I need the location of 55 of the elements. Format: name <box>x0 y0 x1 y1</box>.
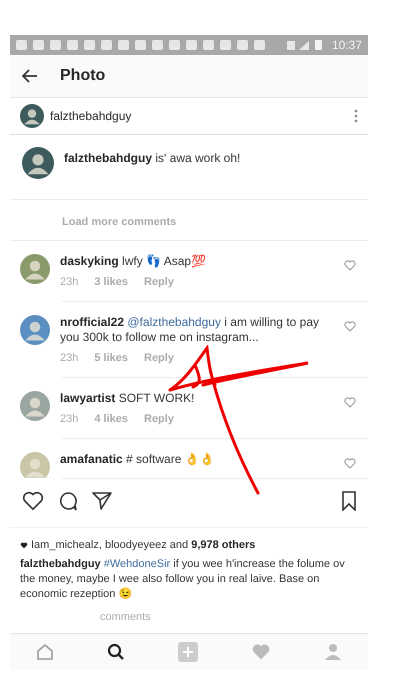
status-time: 10:37 <box>332 38 362 52</box>
caption-comment: falzthebahdguy is' awa work oh! <box>64 150 240 167</box>
comment-time: 23h <box>60 275 78 290</box>
avatar-icon[interactable] <box>22 147 54 179</box>
notification-icon <box>101 40 112 50</box>
notification-icon <box>135 40 146 50</box>
notification-icon <box>254 40 265 50</box>
heart-icon[interactable] <box>250 643 271 661</box>
reply-link[interactable]: Reply <box>144 275 174 290</box>
heart-icon <box>20 542 28 549</box>
likes-count[interactable]: 5 likes <box>94 351 128 366</box>
add-post-icon[interactable] <box>178 642 198 662</box>
comment-time: 23h <box>60 351 78 366</box>
heart-icon[interactable] <box>344 397 356 408</box>
heart-icon[interactable] <box>344 458 356 469</box>
reply-link[interactable]: Reply <box>144 412 174 427</box>
comment-text: lawyartist SOFT WORK! <box>60 391 194 405</box>
avatar-icon[interactable] <box>20 104 44 128</box>
heart-icon[interactable] <box>344 321 356 332</box>
profile-icon[interactable] <box>324 643 342 661</box>
comment-text: daskyking lwfy 👣 Asap💯 <box>60 254 206 268</box>
comment-icon[interactable] <box>58 491 78 511</box>
load-more-link[interactable]: Load more comments <box>62 216 176 228</box>
back-arrow-icon[interactable] <box>22 69 38 83</box>
share-icon[interactable] <box>92 491 112 511</box>
comment-text: nrofficial22 @falzthebahdguy i am willing to pay you 300k to follow me on instagram... <box>60 315 320 344</box>
notification-icon <box>84 40 95 50</box>
like-icon[interactable] <box>22 491 44 511</box>
notification-icon <box>169 40 180 50</box>
post-caption: falzthebahdguy #WehdoneSir if you wee h'increase the folume ov the money, maybe I wee also follow you in real laive. Base on economic rezeption 😉 <box>20 558 345 600</box>
notification-icon <box>118 40 129 50</box>
notification-icon <box>237 40 248 50</box>
heart-icon[interactable] <box>344 260 356 271</box>
likes-summary: Iam_michealz, bloodyeyeez and 9,978 others <box>31 538 256 553</box>
notification-icon <box>186 40 197 50</box>
notification-icon <box>152 40 163 50</box>
reply-link[interactable]: Reply <box>144 351 174 366</box>
notification-icon <box>50 40 61 50</box>
page-title: Photo <box>60 67 106 85</box>
search-icon[interactable] <box>107 643 126 661</box>
bookmark-icon[interactable] <box>342 491 356 511</box>
more-options-icon[interactable] <box>354 109 358 123</box>
likes-count[interactable]: 4 likes <box>94 412 128 427</box>
notification-icon <box>67 40 78 50</box>
notification-icon <box>16 40 27 50</box>
notification-icon <box>203 40 214 50</box>
likes-count[interactable]: 3 likes <box>94 275 128 290</box>
home-icon[interactable] <box>36 643 54 661</box>
comment-time: 23h <box>60 412 78 427</box>
notification-icon <box>33 40 44 50</box>
notification-icon <box>220 40 231 50</box>
view-comments-link[interactable]: comments <box>20 610 358 633</box>
comment-text: amafanatic # software 👌👌 <box>60 452 215 466</box>
post-username[interactable]: falzthebahdguy <box>50 109 348 123</box>
avatar-icon[interactable] <box>20 315 50 345</box>
